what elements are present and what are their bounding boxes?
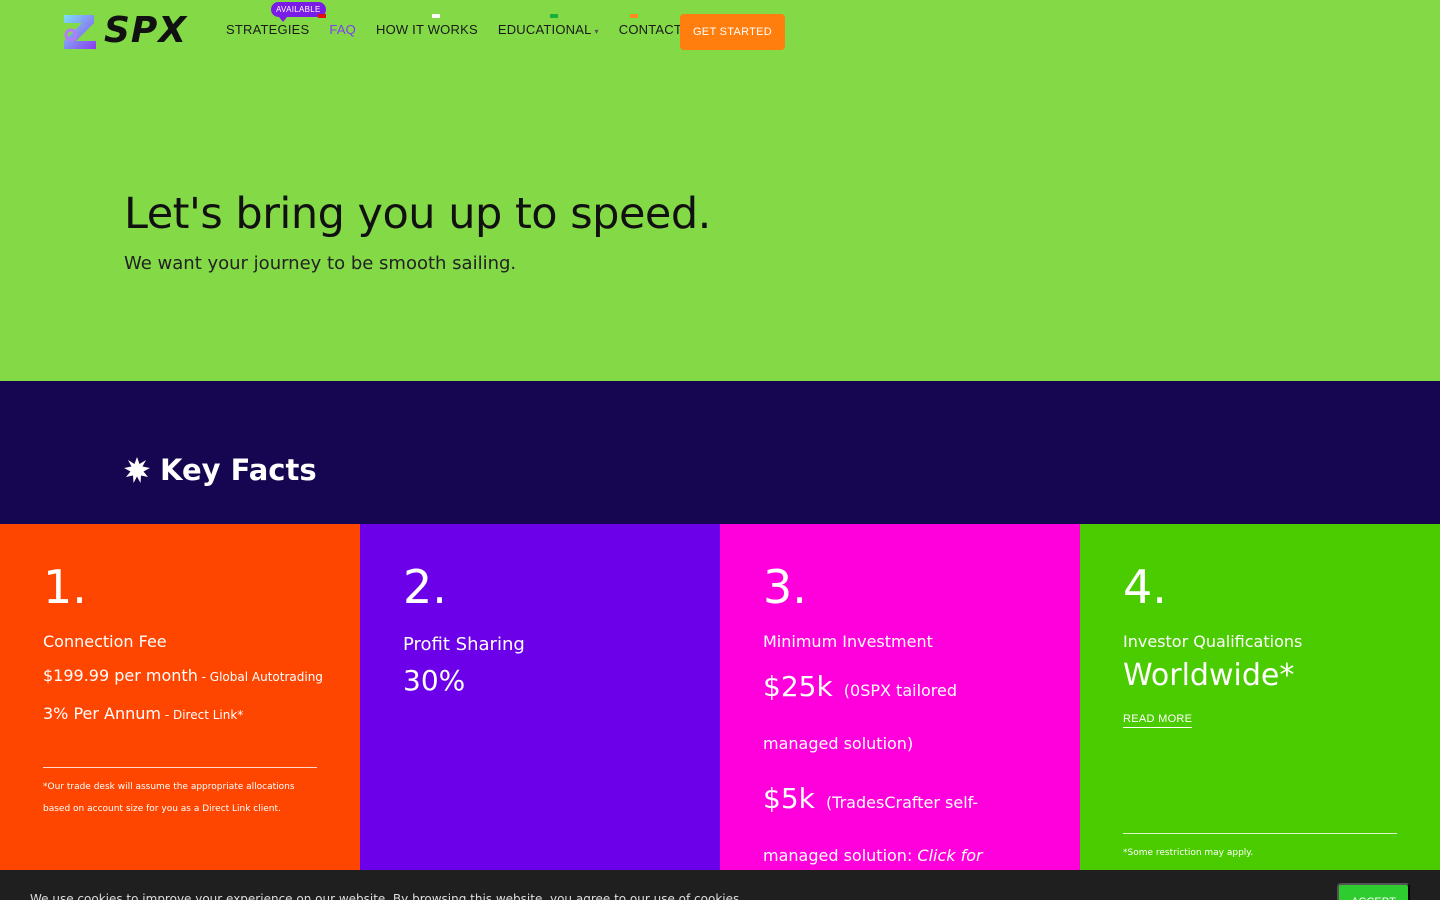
key-facts-heading: Key Facts (124, 453, 317, 487)
logo-mark-icon (64, 15, 96, 49)
investment-line-2: $5k (TradesCrafter self- (763, 782, 978, 815)
nav-educational[interactable]: EDUCATIONAL ▾ (498, 22, 599, 37)
tradescrafter-link[interactable]: Click for (917, 846, 982, 865)
fact-card-profit-sharing: 2. Profit Sharing 30% (360, 524, 720, 870)
card-number: 3. (763, 560, 807, 614)
nav-educational-label: EDUCATIONAL (497, 22, 592, 37)
flag-icon (630, 14, 638, 18)
fee-line-2-note: - Direct Link* (161, 708, 244, 722)
card-divider (43, 767, 317, 768)
nav-contact[interactable]: CONTACT (619, 22, 682, 37)
card-footnote: *Our trade desk will assume the appropri… (43, 782, 295, 814)
investment-note-2: (TradesCrafter self- (825, 793, 979, 812)
chevron-down-icon: ▾ (594, 27, 599, 36)
card-label: Connection Fee (43, 632, 167, 651)
investment-line-1: $25k (0SPX tailored (763, 670, 957, 703)
fact-card-minimum-investment: 3. Minimum Investment $25k (0SPX tailore… (720, 524, 1080, 870)
flag-icon (318, 14, 326, 18)
get-started-button[interactable]: GET STARTED (680, 14, 785, 50)
site-header: SPX AVAILABLE STRATEGIES FAQ HOW IT WORK… (0, 0, 1440, 62)
logo-text: SPX (104, 10, 188, 51)
investment-value-2: $5k (763, 782, 815, 815)
fee-line-2: 3% Per Annum - Direct Link* (43, 704, 243, 723)
cookie-banner: We use cookies to improve your experienc… (0, 870, 1440, 900)
card-footnote: *Some restriction may apply. (1123, 848, 1254, 858)
card-number: 4. (1123, 560, 1167, 614)
fee-line-1: $199.99 per month - Global Autotrading (43, 666, 323, 685)
nav-strategies[interactable]: STRATEGIES (226, 22, 309, 37)
fee-line-2-value: 3% Per Annum (43, 704, 162, 723)
card-number: 2. (403, 560, 447, 614)
cookie-text: We use cookies to improve your experienc… (30, 892, 744, 900)
flag-icon (550, 14, 558, 18)
fact-card-connection-fee: 1. Connection Fee $199.99 per month - Gl… (0, 524, 360, 870)
investment-value-1: $25k (763, 670, 833, 703)
nav-faq[interactable]: FAQ (329, 22, 356, 37)
nav-how-it-works[interactable]: HOW IT WORKS (376, 22, 478, 37)
fee-line-1-value: $199.99 per month (43, 666, 198, 685)
fact-card-investor-qualifications: 4. Investor Qualifications Worldwide* RE… (1080, 524, 1440, 870)
card-label: Profit Sharing (403, 634, 525, 655)
main-nav: STRATEGIES FAQ HOW IT WORKS EDUCATIONAL ▾… (226, 22, 702, 37)
investment-line-3: managed solution: Click for (763, 846, 983, 865)
investment-note-1b: managed solution) (763, 734, 914, 753)
card-number: 1. (43, 560, 87, 614)
card-label: Minimum Investment (763, 632, 933, 651)
starburst-icon (124, 457, 150, 483)
key-facts-title: Key Facts (160, 453, 317, 487)
accept-cookies-button[interactable]: ACCEPT (1337, 883, 1410, 900)
logo[interactable]: SPX (60, 10, 202, 52)
card-divider (1123, 833, 1397, 834)
card-label: Investor Qualifications (1123, 632, 1303, 651)
investment-note-2b: managed solution: (763, 846, 918, 865)
hero-title: Let's bring you up to speed. (124, 189, 711, 239)
fee-line-1-note: - Global Autotrading (197, 670, 323, 684)
profit-share-value: 30% (403, 664, 466, 697)
investment-note-1: (0SPX tailored (843, 681, 958, 700)
flag-icon (432, 14, 440, 18)
hero-subtitle: We want your journey to be smooth sailin… (124, 253, 517, 274)
qualification-value: Worldwide* (1123, 658, 1295, 693)
read-more-link[interactable]: READ MORE (1123, 713, 1193, 728)
